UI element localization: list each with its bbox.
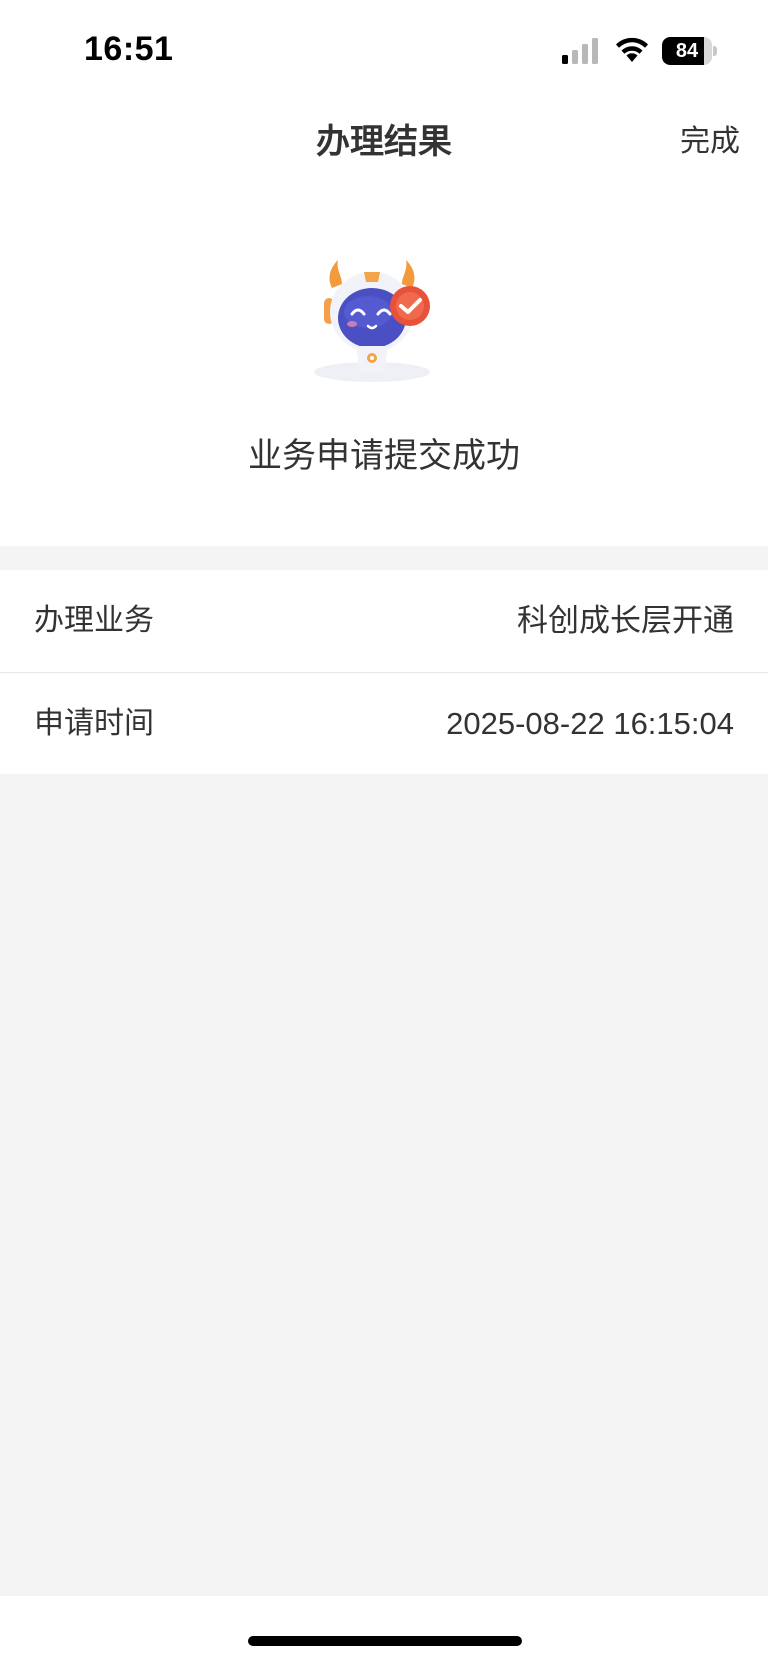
result-page: 16:51 84 办理结果 完成 业务申请提交成功 办理业务 科创成长层开通 申…	[0, 0, 768, 1663]
nav-bar: 办理结果 完成	[0, 96, 768, 188]
mascot-success-icon	[314, 260, 430, 382]
result-section: 业务申请提交成功	[0, 188, 768, 546]
info-label: 申请时间	[34, 706, 154, 741]
info-row-business: 办理业务 科创成长层开通	[0, 570, 768, 672]
info-value: 2025-08-22 16:15:04	[446, 706, 734, 741]
home-indicator[interactable]	[248, 1636, 522, 1646]
battery-icon: 84	[662, 37, 717, 65]
bottom-bar	[0, 1596, 768, 1663]
info-label: 办理业务	[34, 603, 154, 638]
wifi-icon	[616, 37, 648, 62]
battery-level: 84	[675, 40, 699, 62]
status-time: 16:51	[84, 30, 174, 68]
info-list: 办理业务 科创成长层开通 申请时间 2025-08-22 16:15:04	[0, 570, 768, 774]
result-message: 业务申请提交成功	[248, 436, 520, 476]
status-bar: 16:51 84	[0, 0, 768, 96]
done-button[interactable]: 完成	[680, 96, 740, 188]
info-row-apply-time: 申请时间 2025-08-22 16:15:04	[0, 672, 768, 774]
signal-icon	[562, 38, 598, 64]
page-title: 办理结果	[316, 122, 452, 162]
info-value: 科创成长层开通	[517, 603, 734, 638]
